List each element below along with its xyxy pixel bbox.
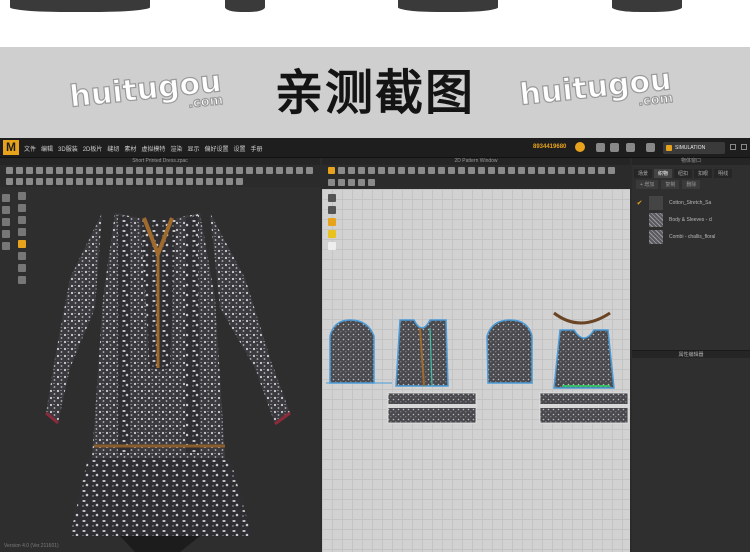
fabric-action-buttons: + 增加 复制 删除	[636, 180, 701, 189]
avatar-legs	[120, 536, 200, 552]
fabric-list-item[interactable]: Combi - challis_floral	[636, 228, 746, 245]
skirt-front-stripe	[388, 404, 476, 408]
status-bar-text: Version 4.0 (Ver.211601)	[4, 543, 59, 549]
fabric-swatch	[649, 195, 663, 210]
fabric-name: Combi - challis_floral	[669, 233, 716, 240]
menu-item[interactable]: 素材	[124, 144, 136, 153]
garment-preview-1	[10, 0, 150, 12]
sleeve-piece-left[interactable]	[329, 319, 375, 384]
fabric-list-item[interactable]: Body & Sleeves - cl	[636, 211, 746, 228]
object-tab[interactable]: 扣眼	[694, 169, 713, 178]
object-browser-panel: 物体窗口 场景 织物 纽扣 扣眼 明线 + 增加 复制 删除 ✔ Cotton_Stretch…	[632, 158, 750, 552]
garment-preview-4	[612, 0, 682, 12]
menu-item[interactable]: 设置	[233, 144, 245, 153]
menu-item[interactable]: 文件	[24, 144, 36, 153]
main-menu: 文件 编辑 3D服装 2D板片 缝纫 素材 虚拟模特 渲染 显示 偏好设置 设置 手册	[24, 144, 263, 153]
2d-pattern-window[interactable]: 2D Pattern Window	[322, 158, 630, 552]
right-sleeve	[210, 213, 290, 424]
fabric-action-button[interactable]: + 增加	[636, 180, 659, 189]
user-icon[interactable]	[610, 143, 619, 152]
fabric-name: Body & Sleeves - cl	[669, 216, 713, 223]
object-browser-tabs: 场景 织物 纽扣 扣眼 明线	[634, 169, 733, 178]
fabric-action-button[interactable]: 删除	[682, 180, 701, 189]
gear-icon[interactable]	[626, 143, 635, 152]
minimize-icon[interactable]	[730, 144, 736, 150]
close-icon[interactable]	[741, 144, 747, 150]
property-editor-title: 属性编辑器	[632, 350, 750, 358]
fabric-swatch	[649, 229, 663, 244]
menu-item[interactable]: 虚拟模特	[141, 144, 165, 153]
garment-preview-2	[225, 0, 265, 12]
menu-item[interactable]: 偏好设置	[204, 144, 228, 153]
monitor-icon[interactable]	[596, 143, 605, 152]
title-banner: huitugou .com 亲测截图 huitugou .com	[0, 47, 750, 138]
object-tab[interactable]: 明线	[714, 169, 733, 178]
menu-item[interactable]: 编辑	[41, 144, 53, 153]
menu-item[interactable]: 2D板片	[83, 144, 103, 153]
3d-garment-window[interactable]: Short Printed Dress.zpac Version 4.0 (Ve…	[0, 158, 320, 552]
fabric-swatch	[649, 212, 663, 227]
skirt-back-stripe	[540, 404, 628, 408]
menu-item[interactable]: 渲染	[170, 144, 182, 153]
cloud-icon[interactable]	[575, 142, 585, 152]
simulation-button[interactable]: SIMULATION	[663, 142, 725, 154]
sleeve-piece-right[interactable]	[486, 319, 533, 384]
object-tab[interactable]: 织物	[654, 169, 673, 178]
left-panel	[118, 214, 130, 453]
menu-item[interactable]: 缝纫	[107, 144, 119, 153]
left-sleeve	[46, 213, 102, 423]
back-piece[interactable]	[553, 329, 615, 389]
fabric-list-item[interactable]: ✔ Cotton_Stretch_Sa	[636, 194, 746, 211]
menu-bar: M 文件 编辑 3D服装 2D板片 缝纫 素材 虚拟模特 渲染 显示 偏好设置 设置 手册 89344…	[0, 138, 750, 158]
pattern-pieces[interactable]	[322, 158, 630, 552]
check-icon: ✔	[636, 199, 643, 207]
object-browser-title: 物体窗口	[632, 158, 750, 165]
account-id: 8934419680	[533, 144, 567, 150]
hem-ruffle	[70, 458, 252, 536]
object-tab[interactable]: 纽扣	[674, 169, 693, 178]
right-panel	[186, 214, 200, 453]
garment-preview-3	[398, 0, 498, 12]
clo3d-app-window: M 文件 编辑 3D服装 2D板片 缝纫 素材 虚拟模特 渲染 显示 偏好设置 设置 手册 89344…	[0, 138, 750, 552]
neckband-piece[interactable]	[553, 311, 611, 325]
menu-item[interactable]: 手册	[250, 144, 262, 153]
fabric-name: Cotton_Stretch_Sa	[669, 199, 712, 206]
simulation-label: SIMULATION	[675, 145, 706, 151]
fabric-action-button[interactable]: 复制	[661, 180, 680, 189]
menu-item[interactable]: 显示	[187, 144, 199, 153]
app-logo: M	[3, 140, 19, 155]
notification-icon[interactable]	[646, 143, 655, 152]
top-preview-strip	[0, 0, 750, 47]
object-tab[interactable]: 场景	[634, 169, 653, 178]
menu-item[interactable]: 3D服装	[58, 144, 78, 153]
simulation-icon	[666, 145, 672, 151]
3d-dress-model[interactable]	[0, 158, 320, 552]
